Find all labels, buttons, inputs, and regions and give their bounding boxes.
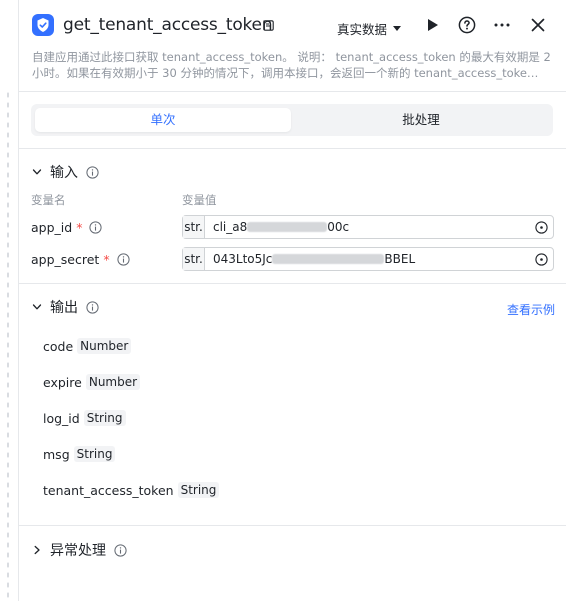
- rename-icon[interactable]: [263, 20, 274, 31]
- type-chip[interactable]: str.: [183, 216, 205, 238]
- divider: [19, 283, 566, 284]
- more-icon[interactable]: [493, 16, 511, 34]
- chevron-down-icon: [32, 304, 42, 310]
- chevron-down-icon: [393, 26, 402, 31]
- app-secret-input[interactable]: str. 043Lto5Jc BBEL: [182, 247, 554, 271]
- panel-header: get_tenant_access_token 真实数据: [19, 0, 566, 48]
- description-line-2: 小时。如果在有效期小于 30 分钟的情况下，调用本接口，会返回一个新的 tena…: [32, 66, 539, 80]
- app-secret-value: 043Lto5Jc BBEL: [213, 252, 415, 266]
- divider: [19, 525, 566, 526]
- chevron-down-icon: [32, 169, 42, 175]
- node-config-panel: get_tenant_access_token 真实数据 自建应用通过此接口获取…: [18, 0, 566, 601]
- param-label: app_secret: [31, 252, 100, 267]
- value-suffix: 00c: [327, 220, 350, 234]
- output-field-name: expire: [43, 374, 82, 390]
- input-section-header[interactable]: 输入: [32, 162, 99, 182]
- output-field-name: code: [43, 338, 74, 354]
- node-description: 自建应用通过此接口获取 tenant_access_token。 说明： ten…: [32, 49, 556, 81]
- output-field-name: msg: [43, 446, 70, 462]
- required-mark: *: [76, 220, 83, 235]
- output-section-header[interactable]: 输出: [32, 297, 99, 317]
- required-mark: *: [103, 252, 110, 267]
- output-field-type: Number: [77, 338, 132, 354]
- redacted-mask: [272, 254, 385, 264]
- redacted-mask: [247, 222, 328, 232]
- output-field-expire: expire Number: [43, 374, 141, 390]
- info-icon[interactable]: [89, 221, 103, 234]
- run-icon[interactable]: [423, 16, 441, 34]
- variable-picker-icon[interactable]: [535, 221, 548, 234]
- info-icon[interactable]: [116, 253, 130, 266]
- exception-section-header[interactable]: 异常处理: [32, 540, 127, 560]
- output-field-type: String: [73, 446, 116, 462]
- output-field-log-id: log_id String: [43, 410, 126, 426]
- app-id-input[interactable]: str. cli_a8 00c: [182, 215, 554, 239]
- output-field-code: code Number: [43, 338, 132, 354]
- canvas-edge: [0, 0, 18, 601]
- value-prefix: cli_a8: [213, 220, 248, 234]
- output-field-name: tenant_access_token: [43, 482, 174, 498]
- input-section-title: 输入: [50, 165, 78, 181]
- param-name-app-secret: app_secret *: [31, 252, 130, 267]
- info-icon[interactable]: [114, 543, 127, 557]
- output-field-name: log_id: [43, 410, 80, 426]
- node-title: get_tenant_access_token: [63, 15, 273, 35]
- param-label: app_id: [31, 220, 73, 235]
- exception-section-title: 异常处理: [50, 543, 106, 559]
- view-example-link[interactable]: 查看示例: [507, 301, 555, 318]
- tab-batch[interactable]: 批处理: [293, 108, 549, 132]
- output-field-type: Number: [85, 374, 141, 390]
- value-suffix: BBEL: [384, 252, 416, 266]
- output-field-msg: msg String: [43, 446, 116, 462]
- divider: [19, 91, 566, 92]
- divider: [19, 148, 566, 149]
- data-mode-label: 真实数据: [337, 22, 388, 37]
- run-mode-tabs: 单次 批处理: [31, 104, 553, 136]
- output-field-tenant-access-token: tenant_access_token String: [43, 482, 220, 498]
- output-field-type: String: [83, 410, 126, 426]
- app-id-value: cli_a8 00c: [213, 220, 349, 234]
- chevron-right-icon: [34, 545, 40, 555]
- data-mode-select[interactable]: 真实数据: [337, 19, 402, 38]
- close-icon[interactable]: [529, 16, 547, 34]
- info-icon[interactable]: [86, 300, 99, 314]
- tab-single[interactable]: 单次: [35, 108, 291, 132]
- variable-picker-icon[interactable]: [535, 253, 548, 266]
- help-icon[interactable]: [458, 16, 476, 34]
- output-section-title: 输出: [50, 300, 78, 316]
- info-icon[interactable]: [86, 165, 99, 179]
- column-header-name: 变量名: [31, 193, 66, 207]
- output-field-type: String: [177, 482, 220, 498]
- column-header-value: 变量值: [182, 193, 217, 207]
- value-prefix: 043Lto5Jc: [213, 252, 273, 266]
- description-line-1: 自建应用通过此接口获取 tenant_access_token。 说明： ten…: [32, 50, 551, 64]
- app-logo-icon: [32, 14, 54, 36]
- type-chip[interactable]: str.: [183, 248, 205, 270]
- param-name-app-id: app_id *: [31, 220, 103, 235]
